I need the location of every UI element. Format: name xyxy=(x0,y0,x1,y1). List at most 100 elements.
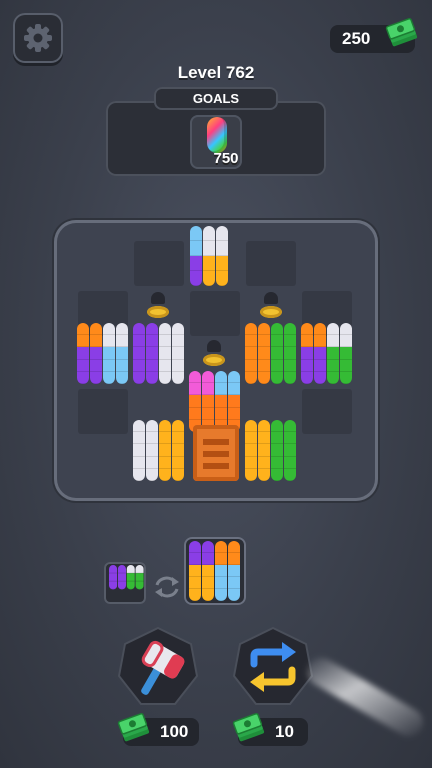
stack-chip xyxy=(271,456,283,469)
queued-piece[interactable] xyxy=(104,562,146,604)
lock-ring xyxy=(203,354,225,366)
stack-chip xyxy=(327,335,339,348)
stack-chip xyxy=(135,573,144,582)
stack-chip xyxy=(159,335,171,348)
stack-chip xyxy=(258,468,270,481)
stack-chip xyxy=(146,335,158,348)
stack-chip xyxy=(202,553,214,565)
stack-tile[interactable] xyxy=(189,371,240,432)
stack-chip xyxy=(133,371,145,384)
stack-chip xyxy=(258,359,270,372)
stack-chip xyxy=(146,323,158,336)
shuffle-arrows-icon xyxy=(250,642,296,692)
stack-tile[interactable] xyxy=(133,420,184,481)
stack-chip xyxy=(172,432,184,445)
stack-column xyxy=(159,323,171,384)
board-cell[interactable] xyxy=(190,291,240,336)
stack-column xyxy=(133,323,145,384)
stack-column xyxy=(103,323,115,384)
stack-chip xyxy=(301,323,313,336)
stack-chip xyxy=(284,347,296,360)
coin-count: 250 xyxy=(342,29,371,48)
stack-chip xyxy=(284,323,296,336)
stack-column xyxy=(216,226,228,286)
stack-chip xyxy=(172,371,184,384)
stack-chip xyxy=(90,323,102,336)
stack-column xyxy=(340,323,352,384)
stack-chip xyxy=(172,456,184,469)
board-cell[interactable] xyxy=(78,389,128,434)
stack-chip xyxy=(258,371,270,384)
stack-chip xyxy=(271,468,283,481)
current-piece[interactable] xyxy=(184,537,246,605)
stack-chip xyxy=(301,371,313,384)
stack-chip xyxy=(202,383,214,396)
stack-tile[interactable] xyxy=(301,323,352,384)
stack-chip xyxy=(284,444,296,457)
stack-chip xyxy=(284,335,296,348)
stack-tile[interactable] xyxy=(245,420,296,481)
stack-chip xyxy=(215,553,227,565)
stack-chip xyxy=(215,589,227,601)
stack-chip xyxy=(77,359,89,372)
stack-column xyxy=(90,323,102,384)
lock-ring xyxy=(147,306,169,318)
stack-chip xyxy=(228,577,240,589)
stack-chip xyxy=(133,335,145,348)
swap-arrows-icon[interactable] xyxy=(153,574,181,600)
hammer-booster-button[interactable] xyxy=(117,626,199,708)
stack-chip xyxy=(190,226,202,241)
stack-column xyxy=(203,226,215,286)
stack-column xyxy=(284,323,296,384)
stack-chip xyxy=(228,395,240,408)
stack-chip xyxy=(189,371,201,384)
stack-chip xyxy=(216,256,228,271)
stack-chip xyxy=(271,335,283,348)
stack-column xyxy=(116,323,128,384)
stack-column xyxy=(284,420,296,481)
stack-chip xyxy=(146,432,158,445)
stack-chip xyxy=(228,565,240,577)
stack-chip xyxy=(216,241,228,256)
settings-button[interactable] xyxy=(13,13,63,63)
stack-tile[interactable] xyxy=(77,323,128,384)
lock-icon xyxy=(264,292,278,304)
shuffle-booster-button[interactable] xyxy=(232,626,314,708)
stack-tile[interactable] xyxy=(133,323,184,384)
stack-chip xyxy=(314,335,326,348)
stack-chip xyxy=(116,359,128,372)
board-cell[interactable] xyxy=(134,241,184,286)
stack-chip xyxy=(190,241,202,256)
stack-chip xyxy=(271,420,283,433)
stack-chip xyxy=(258,456,270,469)
board-cell[interactable] xyxy=(302,389,352,434)
stack-chip xyxy=(271,323,283,336)
goals-label: GOALS xyxy=(154,87,278,110)
stack-chip xyxy=(172,323,184,336)
stack-chip xyxy=(189,407,201,420)
gear-icon xyxy=(24,24,52,52)
stack-chip xyxy=(284,420,296,433)
stack-chip xyxy=(202,541,214,553)
lock-ring xyxy=(260,306,282,318)
stack-chip xyxy=(146,444,158,457)
stack-chip xyxy=(284,432,296,445)
board-cell[interactable] xyxy=(246,241,296,286)
stack-chip xyxy=(215,395,227,408)
stack-tile[interactable] xyxy=(190,226,228,286)
stack-column xyxy=(159,420,171,481)
stack-chip xyxy=(258,444,270,457)
stack-chip xyxy=(340,371,352,384)
stack-column xyxy=(258,323,270,384)
stack-column xyxy=(301,323,313,384)
rainbow-capsule-icon xyxy=(207,117,227,153)
stack-chip xyxy=(271,432,283,445)
stack-chip xyxy=(203,226,215,241)
stack-chip xyxy=(116,371,128,384)
stack-chip xyxy=(202,565,214,577)
stack-chip xyxy=(146,359,158,372)
stack-column xyxy=(135,565,144,590)
stack-chip xyxy=(190,271,202,286)
stack-tile[interactable] xyxy=(245,323,296,384)
stack-chip xyxy=(133,420,145,433)
